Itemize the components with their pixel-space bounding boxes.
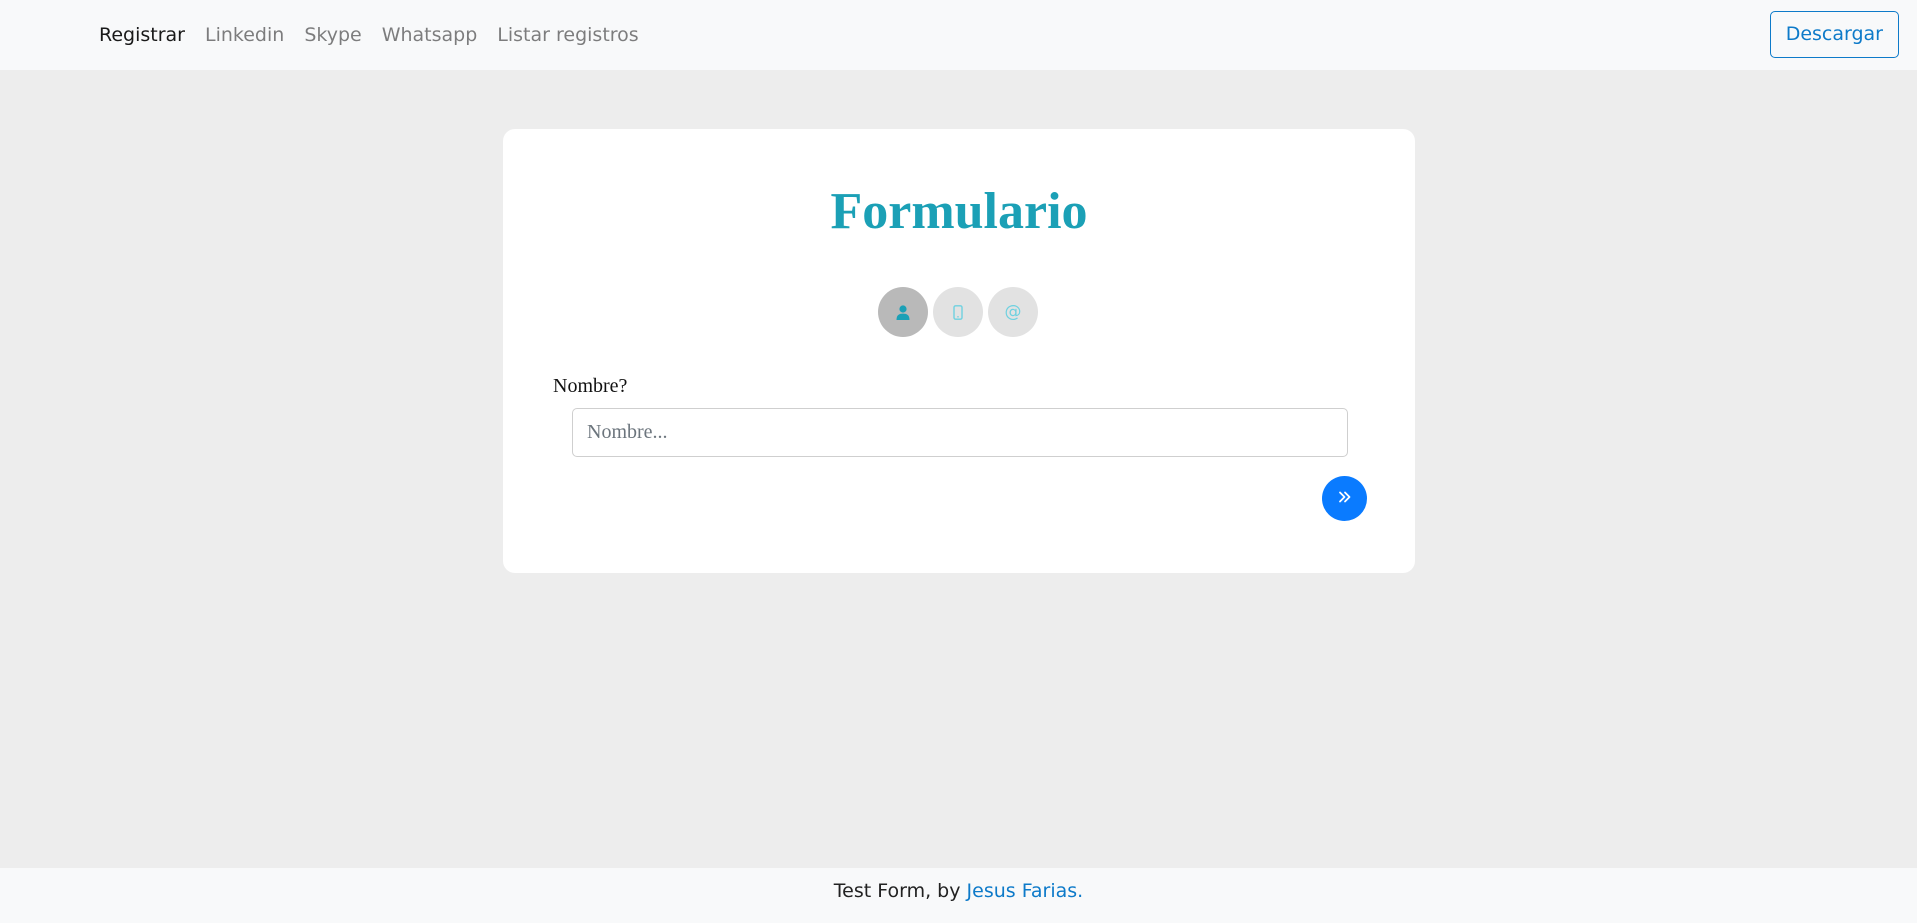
double-chevron-right-icon <box>1338 491 1352 506</box>
step-phone[interactable] <box>933 287 983 337</box>
nav-link-linkedin[interactable]: Linkedin <box>195 0 294 70</box>
nav-link-registrar[interactable]: Registrar <box>99 0 195 70</box>
next-button[interactable] <box>1322 476 1367 521</box>
user-icon <box>896 304 910 320</box>
nav-link-skype[interactable]: Skype <box>294 0 371 70</box>
nav-link-whatsapp[interactable]: Whatsapp <box>372 0 488 70</box>
form-title: Formulario <box>830 183 1088 240</box>
step-indicators: @ <box>878 287 1038 337</box>
footer: Test Form, by Jesus Farias. <box>0 868 1917 923</box>
mobile-phone-icon <box>953 304 963 320</box>
author-link[interactable]: Jesus Farias. <box>967 880 1084 902</box>
nav-links: Registrar Linkedin Skype Whatsapp Listar… <box>99 0 649 70</box>
nav-link-listar-registros[interactable]: Listar registros <box>487 0 648 70</box>
at-sign-icon: @ <box>1004 302 1022 322</box>
form-card: Formulario @ Nombre? <box>503 129 1415 573</box>
step-email[interactable]: @ <box>988 287 1038 337</box>
name-field-label: Nombre? <box>553 375 628 397</box>
step-name[interactable] <box>878 287 928 337</box>
footer-text: Test Form, by <box>833 880 967 902</box>
navbar: Registrar Linkedin Skype Whatsapp Listar… <box>0 0 1917 70</box>
name-input[interactable] <box>572 408 1348 457</box>
download-button[interactable]: Descargar <box>1769 11 1899 58</box>
